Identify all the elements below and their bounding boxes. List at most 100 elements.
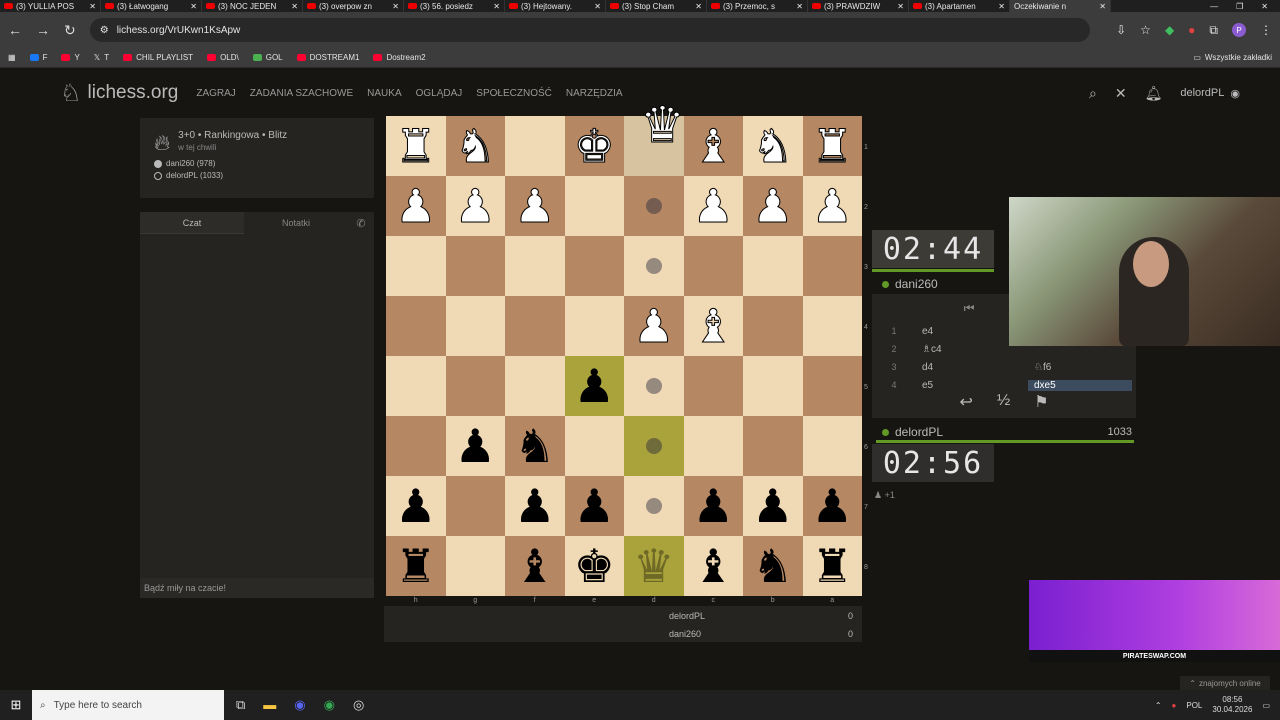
browser-tab[interactable]: (3) Przemoc, s ✕: [707, 0, 808, 12]
close-icon[interactable]: ✕: [796, 2, 803, 11]
close-icon[interactable]: ✕: [1115, 85, 1127, 102]
close-icon[interactable]: ✕: [695, 2, 702, 11]
first-move-icon[interactable]: ⏮: [964, 301, 975, 316]
white-move[interactable]: d4: [916, 362, 1028, 373]
black-queen[interactable]: ♛: [633, 543, 674, 589]
install-icon[interactable]: ⇩: [1116, 23, 1126, 37]
move-hint-dot[interactable]: [645, 498, 662, 514]
board-square[interactable]: ♚: [564, 116, 624, 176]
black-player[interactable]: delordPL (1033): [154, 171, 360, 180]
close-icon[interactable]: ✕: [291, 2, 298, 11]
white-bishop[interactable]: ♝: [692, 303, 734, 350]
black-bishop[interactable]: ♝: [693, 543, 734, 589]
board-square-last-move[interactable]: [624, 416, 684, 476]
maximize-icon[interactable]: ❐: [1236, 2, 1243, 11]
board-square[interactable]: [802, 356, 862, 416]
draw-offer-icon[interactable]: ½: [997, 392, 1010, 416]
bookmark-item[interactable]: GOL: [252, 53, 283, 62]
board-square[interactable]: ♟: [683, 476, 743, 536]
move-hint-dot[interactable]: [645, 438, 662, 454]
move-hint-dot[interactable]: [645, 198, 662, 214]
board-square[interactable]: ♟: [743, 176, 803, 236]
board-square[interactable]: ♜: [802, 536, 862, 596]
board-square[interactable]: ♞: [445, 116, 505, 176]
browser-tab-active[interactable]: Oczekiwanie n ✕: [1010, 0, 1111, 12]
bookmark-item[interactable]: Dostream2: [373, 53, 426, 62]
black-bishop[interactable]: ♝: [514, 543, 555, 589]
friends-online-box[interactable]: ⌃ znajomych online: [1180, 676, 1270, 690]
board-square[interactable]: ♞: [743, 116, 803, 176]
player-name-row[interactable]: delordPL 1033: [872, 422, 1136, 442]
board-square[interactable]: [683, 356, 743, 416]
bookmark-item[interactable]: OLD\: [207, 53, 239, 62]
white-player[interactable]: dani260 (978): [154, 159, 360, 168]
obs-icon[interactable]: ◎: [353, 697, 364, 713]
black-pawn[interactable]: ♟: [514, 483, 555, 529]
board-square[interactable]: [624, 176, 684, 236]
board-square[interactable]: [445, 236, 505, 296]
close-window-icon[interactable]: ✕: [1261, 2, 1268, 11]
tab-notes[interactable]: Notatki: [244, 212, 348, 234]
white-pawn[interactable]: ♟: [514, 183, 556, 230]
board-square[interactable]: [505, 116, 565, 176]
tray-chevron-icon[interactable]: ⌃: [1155, 701, 1162, 710]
url-bar[interactable]: ⚙ lichess.org/VrUKwn1KsApw: [89, 18, 1090, 42]
language-indicator[interactable]: POL: [1186, 701, 1202, 710]
close-icon[interactable]: ✕: [392, 2, 399, 11]
black-pawn[interactable]: ♟: [395, 483, 436, 529]
browser-tab[interactable]: (3) PRAWDZIW ✕: [808, 0, 909, 12]
black-pawn[interactable]: ♟: [574, 483, 615, 529]
bookmark-item[interactable]: F: [29, 53, 47, 62]
board-square[interactable]: [386, 236, 446, 296]
white-bishop[interactable]: ♝: [692, 123, 734, 170]
menu-item[interactable]: NARZĘDZIA: [566, 88, 623, 99]
black-knight[interactable]: ♞: [752, 543, 793, 589]
chess-board[interactable]: ♜ ♞ ♚ ♝ ♞ ♜ ♟ ♟ ♟ ♟ ♟ ♟ ♟ ♝ ♟ ♟ ♞ ♟ ♟ ♟ …: [386, 116, 862, 596]
browser-tab[interactable]: (3) Apartamen ✕: [909, 0, 1010, 12]
board-square[interactable]: ♝: [683, 536, 743, 596]
board-square[interactable]: [683, 416, 743, 476]
board-square[interactable]: [505, 356, 565, 416]
dragged-white-queen[interactable]: ♛: [640, 100, 686, 151]
black-pawn[interactable]: ♟: [693, 483, 734, 529]
discord-icon[interactable]: ◉: [294, 697, 305, 713]
reload-icon[interactable]: ↻: [64, 22, 76, 39]
takeback-icon[interactable]: ↩: [959, 392, 972, 416]
board-square[interactable]: ♟: [683, 176, 743, 236]
browser-tab[interactable]: (3) Łatwogang ✕: [101, 0, 202, 12]
board-square[interactable]: ♟: [505, 176, 565, 236]
board-square[interactable]: [743, 416, 803, 476]
board-square[interactable]: [624, 476, 684, 536]
white-move[interactable]: e5: [916, 380, 1028, 391]
board-square[interactable]: ♝: [505, 536, 565, 596]
profile-avatar[interactable]: P: [1232, 23, 1246, 37]
board-square[interactable]: [445, 476, 505, 536]
file-explorer-icon[interactable]: ▬: [263, 697, 276, 713]
minimize-icon[interactable]: —: [1210, 2, 1218, 11]
white-pawn[interactable]: ♟: [692, 183, 734, 230]
menu-dots-icon[interactable]: ⋮: [1260, 23, 1272, 37]
menu-item[interactable]: NAUKA: [367, 88, 401, 99]
board-square[interactable]: ♟: [624, 296, 684, 356]
board-square[interactable]: ♞: [505, 416, 565, 476]
white-pawn[interactable]: ♟: [633, 303, 675, 350]
board-square[interactable]: ♜: [802, 116, 862, 176]
menu-item[interactable]: ZADANIA SZACHOWE: [250, 88, 353, 99]
white-knight[interactable]: ♞: [454, 123, 496, 170]
bookmark-item[interactable]: DOSTREAM1: [296, 53, 359, 62]
clock[interactable]: 08:56 30.04.2026: [1212, 695, 1252, 714]
board-square[interactable]: ♚: [564, 536, 624, 596]
board-square[interactable]: [564, 236, 624, 296]
board-square[interactable]: [445, 536, 505, 596]
board-square[interactable]: ♝: [683, 296, 743, 356]
board-square[interactable]: [505, 296, 565, 356]
white-rook[interactable]: ♜: [395, 123, 437, 170]
board-square-selected[interactable]: ♛: [624, 536, 684, 596]
white-rook[interactable]: ♜: [811, 123, 853, 170]
board-square[interactable]: [802, 416, 862, 476]
black-pawn[interactable]: ♟: [812, 483, 853, 529]
black-pawn[interactable]: ♟: [752, 483, 793, 529]
white-pawn[interactable]: ♟: [454, 183, 496, 230]
all-bookmarks[interactable]: ▭ Wszystkie zakładki: [1193, 53, 1272, 62]
extension-icon[interactable]: ●: [1188, 23, 1195, 37]
